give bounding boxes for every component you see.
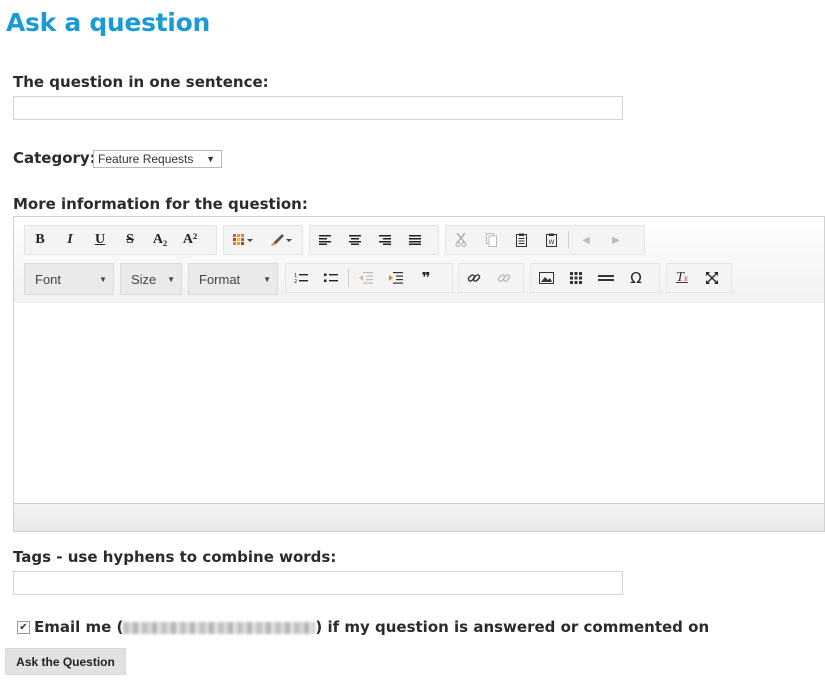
justify-icon[interactable] [400, 226, 430, 254]
special-char-icon[interactable]: Ω [621, 264, 651, 292]
align-group [309, 225, 439, 255]
redo-icon[interactable]: ▶ [601, 226, 631, 254]
cut-icon[interactable] [446, 226, 476, 254]
question-label: The question in one sentence: [13, 73, 269, 91]
link-group [458, 263, 524, 293]
color-group [223, 225, 303, 255]
background-color-icon[interactable] [262, 226, 300, 254]
email-notify-label: Email me ( ) if my question is answered o… [34, 618, 709, 636]
outdent-icon[interactable] [351, 264, 381, 292]
superscript-icon[interactable]: A² [175, 226, 205, 254]
editor-bottom-bar [14, 504, 824, 531]
tags-label: Tags - use hyphens to combine words: [13, 548, 337, 566]
paste-icon[interactable] [506, 226, 536, 254]
category-select[interactable]: Feature Requests ▼ [93, 150, 222, 168]
chevron-down-icon: ▼ [167, 274, 175, 284]
font-combo[interactable]: Font ▼ [24, 263, 114, 295]
align-center-icon[interactable] [340, 226, 370, 254]
editor-toolbar: B I U S A₂ A² W ◀ ▶ Font ▼ Size ▼ Format… [14, 217, 824, 304]
underline-icon[interactable]: U [85, 226, 115, 254]
unlink-icon[interactable] [489, 264, 519, 292]
email-suffix: ) if my question is answered or commente… [315, 618, 710, 636]
tags-input[interactable] [13, 571, 623, 595]
italic-icon[interactable]: I [55, 226, 85, 254]
copy-icon[interactable] [476, 226, 506, 254]
format-combo[interactable]: Format ▼ [188, 263, 278, 295]
align-left-icon[interactable] [310, 226, 340, 254]
table-icon[interactable] [561, 264, 591, 292]
basic-styles-group: B I U S A₂ A² [24, 225, 217, 255]
size-combo[interactable]: Size ▼ [120, 263, 182, 295]
category-label: Category: [13, 149, 96, 167]
paste-word-icon[interactable]: W [536, 226, 566, 254]
select-arrow-icon: ▼ [206, 154, 215, 164]
font-combo-label: Font [35, 271, 62, 287]
numbered-list-icon[interactable]: 12 [286, 264, 316, 292]
toolbar-separator [568, 231, 569, 249]
ask-question-button[interactable]: Ask the Question [5, 648, 126, 675]
format-combo-label: Format [199, 271, 241, 287]
bulleted-list-icon[interactable] [316, 264, 346, 292]
maximize-icon[interactable] [697, 264, 727, 292]
align-right-icon[interactable] [370, 226, 400, 254]
more-info-label: More information for the question: [13, 195, 308, 213]
indent-icon[interactable] [381, 264, 411, 292]
strikethrough-icon[interactable]: S [115, 226, 145, 254]
category-selected-value: Feature Requests [98, 152, 194, 166]
toolbar-separator [348, 269, 349, 287]
size-combo-label: Size [131, 271, 157, 287]
editor-content-area[interactable] [14, 303, 824, 504]
tools-group: Tx [666, 263, 732, 293]
svg-text:W: W [548, 239, 554, 246]
text-color-icon[interactable] [224, 226, 262, 254]
image-icon[interactable] [531, 264, 561, 292]
blockquote-icon[interactable]: ❞ [411, 264, 441, 292]
email-notify-checkbox[interactable]: ✔ [17, 621, 30, 634]
clipboard-group: W ◀ ▶ [445, 225, 645, 255]
question-input[interactable] [13, 96, 623, 120]
insert-group: Ω [530, 263, 660, 293]
svg-text:2: 2 [294, 279, 297, 284]
bold-icon[interactable]: B [25, 226, 55, 254]
remove-format-icon[interactable]: Tx [667, 264, 697, 292]
list-group: 12 ❞ [285, 263, 453, 293]
page-title: Ask a question [6, 8, 210, 37]
chevron-down-icon: ▼ [99, 274, 107, 284]
undo-icon[interactable]: ◀ [571, 226, 601, 254]
horizontal-line-icon[interactable] [591, 264, 621, 292]
subscript-icon[interactable]: A₂ [145, 226, 175, 254]
email-prefix: Email me ( [34, 618, 124, 636]
link-icon[interactable] [459, 264, 489, 292]
redacted-email [123, 621, 316, 634]
rich-text-editor: B I U S A₂ A² W ◀ ▶ Font ▼ Size ▼ Format… [13, 216, 825, 532]
chevron-down-icon: ▼ [263, 274, 271, 284]
